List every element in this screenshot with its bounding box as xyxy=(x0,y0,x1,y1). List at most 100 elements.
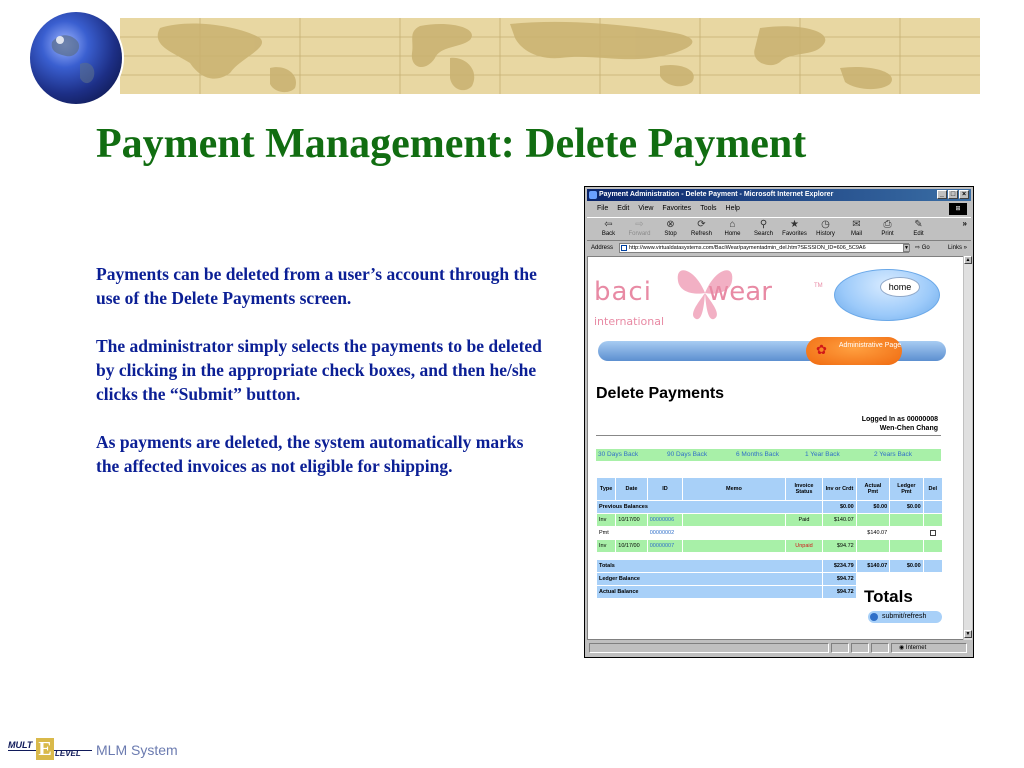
submit-icon xyxy=(870,613,878,621)
ledger-balance-label: Ledger Balance xyxy=(597,573,823,585)
url-input[interactable]: http://www.virtualdatasystems.com/BaciWe… xyxy=(619,243,909,253)
toolbar-overflow-icon[interactable]: » xyxy=(963,219,967,228)
mail-label: Mail xyxy=(850,231,862,237)
go-button[interactable]: ⇨ Go xyxy=(915,242,930,254)
period-2-years-link[interactable]: 2 Years Back xyxy=(872,449,941,461)
favorites-button[interactable]: ★ Favorites xyxy=(779,218,810,242)
ie-icon xyxy=(589,191,597,199)
home-link-button[interactable]: home xyxy=(880,277,920,297)
period-30-days-link[interactable]: 30 Days Back xyxy=(596,449,665,461)
col-invoice-status: Invoice Status xyxy=(785,478,823,500)
vertical-scrollbar[interactable]: ▲ ▼ xyxy=(963,256,972,640)
cell-del xyxy=(923,514,942,526)
submit-refresh-button[interactable]: submit/refresh xyxy=(868,611,942,623)
period-filter-bar: 30 Days Back 90 Days Back 6 Months Back … xyxy=(596,449,941,461)
footer-text: MLM System xyxy=(96,742,178,758)
cell-value: $0.00 xyxy=(856,501,890,513)
refresh-label: Refresh xyxy=(690,231,712,237)
status-bar: ◉ Internet xyxy=(587,642,971,654)
payments-table: Type Date ID Memo Invoice Status Inv or … xyxy=(596,477,943,599)
period-6-months-link[interactable]: 6 Months Back xyxy=(734,449,803,461)
browser-title-bar: Payment Administration - Delete Payment … xyxy=(587,189,971,201)
scroll-up-icon[interactable]: ▲ xyxy=(964,256,972,264)
brand-baci: baci xyxy=(594,277,652,307)
menu-tools[interactable]: Tools xyxy=(700,203,716,215)
table-row: Inv 10/17/00 00000006 Paid $140.07 xyxy=(597,514,942,526)
previous-balances-label: Previous Balances xyxy=(597,501,823,513)
cell-memo xyxy=(683,514,785,526)
col-ledger-pmt: Ledger Pmt xyxy=(890,478,923,500)
cell-status: Unpaid xyxy=(785,540,823,552)
forward-arrow-icon: ⇨ xyxy=(635,219,644,230)
address-label: Address xyxy=(591,245,614,251)
edit-button[interactable]: ✎ Edit xyxy=(903,218,934,242)
status-segment xyxy=(871,643,889,653)
payment-id-link[interactable]: 00000002 xyxy=(647,527,683,539)
menu-favorites[interactable]: Favorites xyxy=(662,203,691,215)
scroll-down-icon[interactable]: ▼ xyxy=(964,630,972,638)
invoice-id-link[interactable]: 00000006 xyxy=(647,514,683,526)
mail-button[interactable]: ✉ Mail xyxy=(841,218,872,242)
cell-empty xyxy=(923,501,942,513)
stop-button[interactable]: ⊗ Stop xyxy=(655,218,686,242)
period-90-days-link[interactable]: 90 Days Back xyxy=(665,449,734,461)
address-dropdown-icon[interactable]: ▼ xyxy=(903,244,910,252)
logged-in-line: Logged In as 00000008 xyxy=(861,416,938,423)
divider xyxy=(596,435,941,436)
stop-icon: ⊗ xyxy=(666,219,675,230)
history-button[interactable]: ◷ History xyxy=(810,218,841,242)
cell-actual xyxy=(856,514,890,526)
print-icon: ⎙ xyxy=(883,219,892,230)
delete-checkbox[interactable] xyxy=(929,529,936,536)
status-segment xyxy=(831,643,849,653)
table-header-row: Type Date ID Memo Invoice Status Inv or … xyxy=(597,478,942,500)
invoice-id-link[interactable]: 00000007 xyxy=(647,540,683,552)
cell-date xyxy=(616,527,647,539)
brand-wear: wear xyxy=(708,277,772,307)
forward-label: Forward xyxy=(628,231,651,237)
page-heading: Delete Payments xyxy=(596,385,725,402)
browser-viewport: baci wear TM international home ✿ Admini… xyxy=(587,256,965,640)
menu-view[interactable]: View xyxy=(638,203,653,215)
login-info: Logged In as 00000008 Wen-Chen Chang xyxy=(862,415,938,433)
cell-type: Inv xyxy=(597,540,616,552)
back-button[interactable]: ⇦ Back xyxy=(593,218,624,242)
mail-icon: ✉ xyxy=(852,219,861,230)
maximize-icon[interactable]: □ xyxy=(948,190,958,199)
home-button[interactable]: ⌂ Home xyxy=(717,218,748,242)
submit-label: submit/refresh xyxy=(882,613,927,620)
search-button[interactable]: ⚲ Search xyxy=(748,218,779,242)
forward-button[interactable]: ⇨ Forward xyxy=(624,218,655,242)
menu-file[interactable]: File xyxy=(597,203,608,215)
search-icon: ⚲ xyxy=(759,219,768,230)
close-icon[interactable]: × xyxy=(959,190,969,199)
minimize-icon[interactable]: _ xyxy=(937,190,947,199)
cell-ledger xyxy=(890,527,923,539)
cell-empty xyxy=(923,560,942,572)
home-icon: ⌂ xyxy=(729,219,736,230)
period-1-year-link[interactable]: 1 Year Back xyxy=(803,449,872,461)
links-button[interactable]: Links » xyxy=(948,242,967,254)
body-paragraph: As payments are deleted, the system auto… xyxy=(96,432,524,476)
print-button[interactable]: ⎙ Print xyxy=(872,218,903,242)
cell-value: $0.00 xyxy=(823,501,856,513)
body-paragraph: The administrator simply selects the pay… xyxy=(96,336,542,404)
menu-help[interactable]: Help xyxy=(726,203,740,215)
world-map-banner xyxy=(120,18,980,94)
totals-heading: Totals xyxy=(864,587,913,606)
col-actual-pmt: Actual Pmt xyxy=(856,478,890,500)
links-label: Links xyxy=(947,245,962,251)
cell-value: $0.00 xyxy=(890,501,923,513)
logo-level-text: LEVEL xyxy=(55,749,81,758)
browser-title: Payment Administration - Delete Payment … xyxy=(599,191,834,198)
menu-edit[interactable]: Edit xyxy=(617,203,629,215)
back-label: Back xyxy=(601,231,616,237)
back-arrow-icon: ⇦ xyxy=(604,219,613,230)
cell-memo xyxy=(683,540,785,552)
refresh-button[interactable]: ⟳ Refresh xyxy=(686,218,717,242)
body-paragraph: Payments can be deleted from a user’s ac… xyxy=(96,264,537,308)
bow-icon: ✿ xyxy=(816,342,827,357)
brand-international: international xyxy=(594,315,665,328)
logo-e-mark: E xyxy=(36,738,54,760)
cell-value: $94.72 xyxy=(823,573,856,585)
